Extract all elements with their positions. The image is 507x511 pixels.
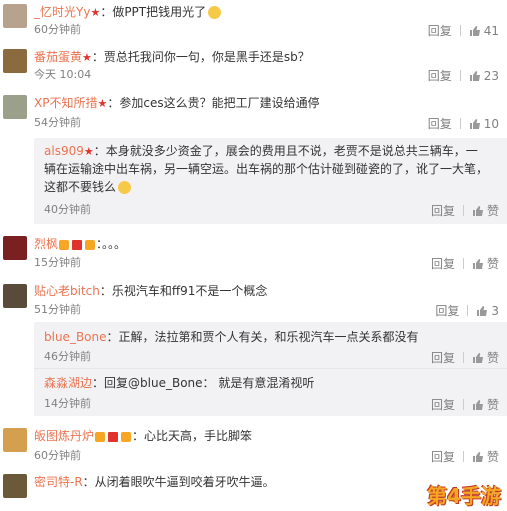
- avatar[interactable]: [3, 4, 27, 28]
- vip-star-icon: ★: [97, 97, 108, 110]
- comment-username[interactable]: XP不知所措: [34, 96, 97, 110]
- reply-time: 46分钟前: [44, 350, 91, 363]
- like-count: 23: [483, 68, 499, 83]
- like-button[interactable]: 赞: [472, 202, 499, 219]
- comment-text: ：心比天高，手比脚笨: [132, 429, 253, 443]
- comment-text: ：从闭着眼吹牛逼到咬着牙吹牛逼。: [82, 475, 275, 489]
- reply-text: 辆在运输途中出车祸，另一辆空运。出车祸的那个估计碰到碰瓷的了，讹了一大笔，: [44, 162, 489, 176]
- like-button[interactable]: 赞: [472, 349, 499, 366]
- reply-button[interactable]: 回复: [435, 302, 459, 319]
- thumb-up-icon: [472, 352, 483, 363]
- like-count: 10: [483, 116, 499, 131]
- vip-badge-icon: [59, 239, 70, 250]
- comment-username[interactable]: 密司特-R: [34, 475, 83, 489]
- like-label: 赞: [486, 351, 499, 365]
- thumb-up-icon: [472, 258, 483, 269]
- comment-username[interactable]: _忆时光Yy: [34, 5, 90, 19]
- comment-text: ：贾总托我问你一句，你是黑手还是sb？: [91, 50, 310, 64]
- like-label: 赞: [486, 398, 499, 412]
- like-button[interactable]: 23: [469, 68, 499, 83]
- emoji-icon: [208, 6, 222, 19]
- comment-time: 15分钟前: [34, 256, 81, 269]
- comment-username[interactable]: 番茄蛋黄: [34, 50, 82, 64]
- reply-button[interactable]: 回复: [431, 255, 455, 272]
- like-label: 赞: [486, 257, 499, 271]
- comment-text: ：做PPT把钱用光了: [100, 5, 207, 19]
- comment-time: 60分钟前: [34, 23, 81, 36]
- avatar[interactable]: [3, 474, 27, 498]
- comment-time: 54分钟前: [34, 116, 81, 129]
- comment-text: ：。。。: [96, 237, 127, 251]
- medal-badge-icon: [121, 431, 132, 442]
- vip-star-icon: ★: [82, 51, 92, 64]
- vip-star-icon: ★: [90, 6, 101, 19]
- comment-text: ：乐视汽车和ff91不是一个概念: [99, 284, 268, 298]
- like-button[interactable]: 3: [476, 303, 499, 318]
- thumb-up-icon: [472, 205, 483, 216]
- like-button[interactable]: 赞: [472, 448, 499, 465]
- thumb-up-icon: [469, 70, 480, 81]
- thumb-up-icon: [477, 305, 488, 316]
- reply-username[interactable]: blue_Bone: [44, 330, 107, 344]
- thumb-up-icon: [472, 399, 483, 410]
- member-badge-icon: [108, 431, 119, 442]
- thumb-up-icon: [472, 451, 483, 462]
- reply-button[interactable]: 回复: [431, 202, 455, 219]
- comment-time: 51分钟前: [34, 303, 81, 316]
- thumb-up-icon: [469, 118, 480, 129]
- reply-username[interactable]: 森淼湖边: [44, 376, 92, 390]
- comment-username[interactable]: 烈枫: [34, 237, 58, 251]
- reply-time: 40分钟前: [44, 203, 91, 216]
- reply-button[interactable]: 回复: [428, 67, 452, 84]
- site-watermark: 第4手游: [427, 484, 501, 508]
- avatar[interactable]: [3, 428, 27, 452]
- like-count: 3: [491, 303, 499, 318]
- reply-time: 14分钟前: [44, 397, 91, 410]
- reply-button[interactable]: 回复: [431, 349, 455, 366]
- reply-button[interactable]: 回复: [428, 22, 452, 39]
- vip-badge-icon: [95, 431, 106, 442]
- laugh-emoji-icon: [118, 181, 132, 194]
- reply-text: ：本身就没多少资金了，展会的费用且不说，老贾不是说总共三辆车，一: [93, 144, 478, 158]
- reply-text: ：回复@blue_Bone： 就是有意混淆视听: [92, 376, 315, 390]
- reply-text: ：正解，法拉第和贾个人有关，和乐视汽车一点关系都没有: [106, 330, 419, 344]
- like-button[interactable]: 赞: [472, 255, 499, 272]
- comment-time: 60分钟前: [34, 449, 81, 462]
- avatar[interactable]: [3, 49, 27, 73]
- comment-username[interactable]: 皈图炼丹炉: [34, 429, 94, 443]
- thumb-up-icon: [469, 25, 480, 36]
- reply-thread: 森淼湖边：回复@blue_Bone： 就是有意混淆视听 14分钟前 回复 赞: [34, 369, 507, 416]
- reply-button[interactable]: 回复: [428, 115, 452, 132]
- avatar[interactable]: [3, 236, 27, 260]
- member-badge-icon: [72, 239, 83, 250]
- like-button[interactable]: 赞: [472, 396, 499, 413]
- reply-button[interactable]: 回复: [431, 448, 455, 465]
- comment-text: ：参加ces这么贵？能把工厂建设给通停: [107, 96, 320, 110]
- like-button[interactable]: 10: [469, 116, 499, 131]
- like-count: 41: [483, 23, 499, 38]
- like-label: 赞: [486, 450, 499, 464]
- reply-button[interactable]: 回复: [431, 396, 455, 413]
- avatar[interactable]: [3, 95, 27, 119]
- reply-thread: blue_Bone：正解，法拉第和贾个人有关，和乐视汽车一点关系都没有 46分钟…: [34, 322, 507, 368]
- avatar[interactable]: [3, 284, 27, 308]
- like-button[interactable]: 41: [469, 23, 499, 38]
- comment-time: 今天 10:04: [34, 68, 92, 81]
- reply-thread: als909★：本身就没多少资金了，展会的费用且不说，老贾不是说总共三辆车，一 …: [34, 138, 507, 224]
- comment-username[interactable]: 贴心老bitch: [34, 284, 100, 298]
- vip-star-icon: ★: [83, 145, 94, 158]
- reply-username[interactable]: als909: [44, 144, 84, 158]
- reply-text: 这都不要钱么: [44, 180, 117, 194]
- medal-badge-icon: [85, 239, 96, 250]
- like-label: 赞: [486, 204, 499, 218]
